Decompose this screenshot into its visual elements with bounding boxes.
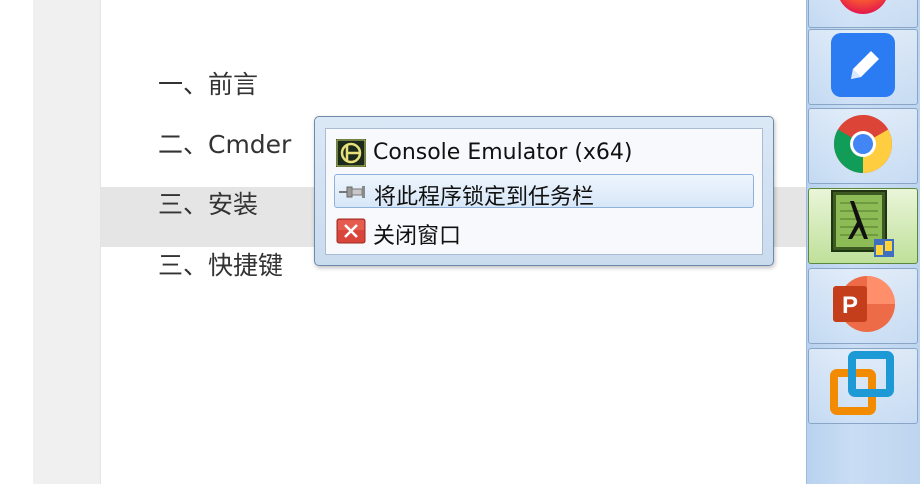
chrome-icon	[833, 114, 893, 178]
close-window-label: 关闭窗口	[373, 224, 462, 249]
jump-list-panel: Console Emulator (x64) 将此程序锁定到任务栏 关闭窗口	[325, 128, 763, 255]
taskbar-button-notes[interactable]	[808, 29, 918, 105]
taskbar: P	[806, 0, 920, 484]
pin-icon	[337, 178, 367, 206]
taskbar-button-powerpoint[interactable]: P	[808, 268, 918, 344]
close-window-item[interactable]: 关闭窗口	[334, 214, 754, 249]
pin-to-taskbar-label: 将此程序锁定到任务栏	[374, 185, 595, 210]
cmder-lambda-icon	[830, 189, 896, 263]
pin-to-taskbar-item[interactable]: 将此程序锁定到任务栏	[334, 174, 754, 210]
left-gutter	[0, 0, 33, 484]
taskbar-button-firefox[interactable]	[808, 0, 918, 28]
taskbar-button-cmder[interactable]	[808, 188, 918, 264]
firefox-icon	[835, 0, 891, 20]
powerpoint-icon: P	[831, 274, 895, 338]
notes-pencil-icon	[831, 33, 895, 101]
jump-list-app-title-label: Console Emulator (x64)	[373, 140, 633, 165]
toc-item-install[interactable]: 三、安装	[158, 188, 258, 222]
toc-item-cmder[interactable]: 二、Cmder	[158, 128, 291, 162]
taskbar-jump-list: Console Emulator (x64) 将此程序锁定到任务栏 关闭窗口	[314, 116, 774, 266]
document-margin	[33, 0, 101, 484]
toc-item-preface[interactable]: 一、前言	[158, 68, 258, 102]
console-emulator-icon	[336, 139, 366, 167]
toc-item-shortcuts[interactable]: 三、快捷键	[158, 249, 283, 283]
close-window-icon	[336, 217, 366, 245]
svg-text:P: P	[842, 292, 858, 319]
jump-list-app-title[interactable]: Console Emulator (x64)	[334, 136, 754, 170]
taskbar-button-chrome[interactable]	[808, 108, 918, 184]
vmware-icon	[830, 351, 896, 421]
taskbar-button-vmware[interactable]	[808, 348, 918, 424]
